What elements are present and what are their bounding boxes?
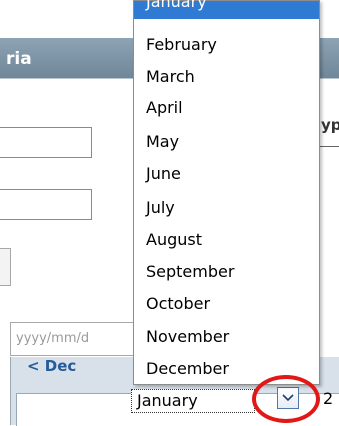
dropdown-item-august[interactable]: August xyxy=(146,230,202,249)
dropdown-item-september[interactable]: September xyxy=(146,262,234,281)
annotation-circle xyxy=(252,375,320,423)
type-label: yp xyxy=(321,116,339,134)
month-select[interactable]: January xyxy=(131,389,255,413)
dropdown-item-november[interactable]: November xyxy=(146,327,229,346)
date-input[interactable]: yyyy/mm/d xyxy=(10,322,136,356)
dropdown-item-march[interactable]: March xyxy=(146,67,195,86)
dropdown-item-february[interactable]: February xyxy=(146,35,217,54)
dropdown-item-may[interactable]: May xyxy=(146,132,179,151)
dropdown-item-selected-label: January xyxy=(146,0,207,11)
dropdown-item-selected[interactable]: January xyxy=(134,0,319,19)
dropdown-item-december[interactable]: December xyxy=(146,359,229,378)
dropdown-item-july[interactable]: July xyxy=(146,198,175,217)
panel-title: ria xyxy=(6,49,32,69)
criteria-text-field-1[interactable] xyxy=(0,127,92,158)
dropdown-item-april[interactable]: April xyxy=(146,98,183,117)
field-button[interactable] xyxy=(0,248,11,286)
dropdown-item-june[interactable]: June xyxy=(146,164,181,183)
dropdown-item-october[interactable]: October xyxy=(146,294,210,313)
criteria-text-field-2[interactable] xyxy=(0,189,92,220)
prev-month-link[interactable]: < Dec xyxy=(27,357,76,375)
year-select[interactable]: 2 xyxy=(323,389,333,408)
month-dropdown-list: January February March April May June Ju… xyxy=(133,0,320,385)
type-field-border xyxy=(320,146,339,147)
